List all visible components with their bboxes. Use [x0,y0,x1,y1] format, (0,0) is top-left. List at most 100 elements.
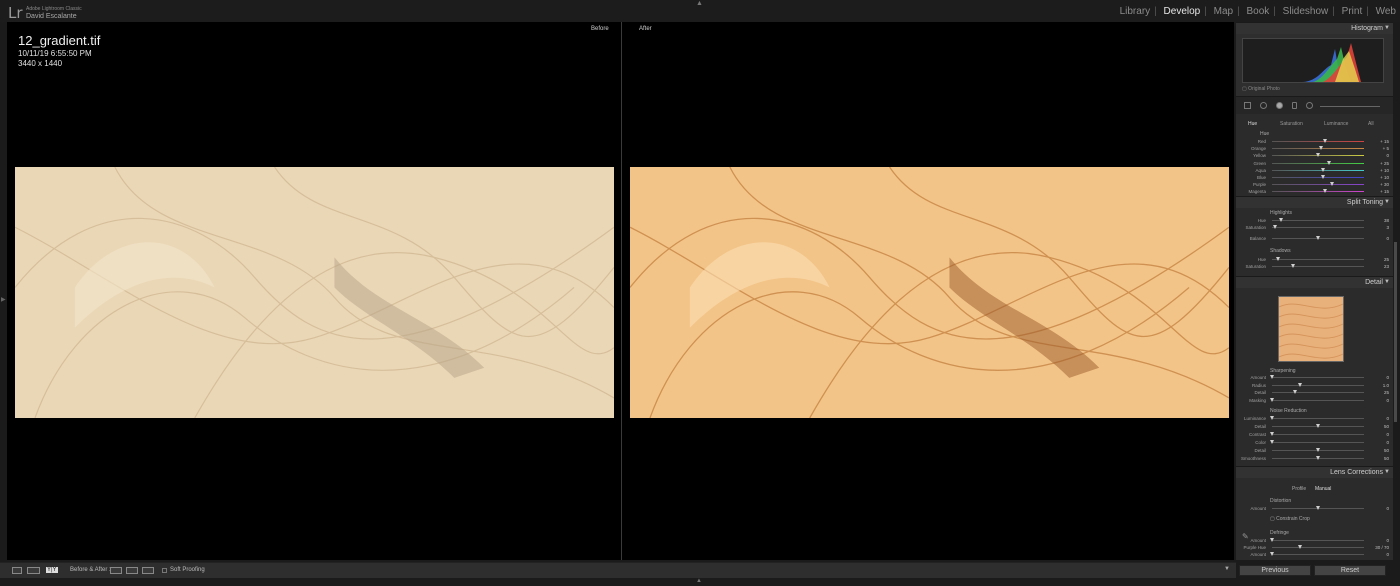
slider-value[interactable]: 0 [1386,537,1389,544]
slider-track[interactable] [1272,177,1364,178]
slider-row[interactable]: Purple Hue 30 / 70 [1236,544,1393,551]
slider-row[interactable]: Amount 0 [1236,551,1393,558]
slider-track[interactable] [1272,547,1364,548]
slider-knob[interactable] [1323,139,1328,143]
slider-value[interactable]: 50 [1384,447,1389,454]
slider-knob[interactable] [1272,225,1277,229]
tab-profile[interactable]: Profile [1292,486,1306,492]
swap-before-after-icon[interactable] [142,567,154,574]
slider-row[interactable]: Amount 0 [1236,505,1393,512]
slider-knob[interactable] [1320,175,1325,179]
tab-saturation[interactable]: Saturation [1280,121,1303,127]
slider-track[interactable] [1272,434,1364,435]
slider-knob[interactable] [1316,424,1320,428]
module-slideshow[interactable]: Slideshow [1279,6,1333,17]
right-panel-scrollbar[interactable] [1393,22,1400,560]
slider-knob[interactable] [1329,182,1334,187]
collapse-triangle-icon[interactable]: ▼ [1384,467,1390,478]
tab-manual[interactable]: Manual [1315,486,1331,492]
reset-button[interactable]: Reset [1314,565,1386,576]
slider-value[interactable]: 3 [1386,224,1389,231]
before-image[interactable] [15,167,614,418]
slider-row[interactable]: Saturation 3 [1236,224,1393,231]
slider-value[interactable]: 23 [1384,263,1389,270]
slider-row[interactable]: Detail 25 [1236,389,1393,396]
slider-value[interactable]: + 15 [1380,188,1389,195]
reference-view-icon[interactable] [27,567,40,574]
spot-removal-icon[interactable] [1260,102,1267,109]
toolbar-menu-dropdown-icon[interactable]: ▼ [1224,566,1230,572]
red-eye-icon[interactable] [1276,102,1283,109]
collapse-triangle-icon[interactable]: ▼ [1384,23,1390,34]
slider-value[interactable]: 38 [1384,217,1389,224]
slider-row[interactable]: Hue 38 [1236,217,1393,224]
slider-knob[interactable] [1279,218,1284,222]
slider-knob[interactable] [1270,552,1274,556]
slider-track[interactable] [1272,141,1364,142]
previous-button[interactable]: Previous [1239,565,1311,576]
brush-slider[interactable] [1320,106,1380,107]
module-print[interactable]: Print [1338,6,1367,17]
slider-row[interactable]: Balance 0 [1236,235,1393,242]
slider-track[interactable] [1272,227,1364,228]
slider-knob[interactable] [1297,382,1302,387]
original-photo-toggle[interactable]: ▢ Original Photo [1242,86,1280,92]
slider-track[interactable] [1272,442,1364,443]
slider-knob[interactable] [1323,189,1328,194]
slider-track[interactable] [1272,418,1364,419]
slider-track[interactable] [1272,191,1364,193]
slider-value[interactable]: 0 [1386,235,1389,242]
slider-value[interactable]: 25 [1384,389,1389,396]
expand-left-panel-icon[interactable]: ▶ [1,296,6,303]
tab-hue[interactable]: Hue [1248,121,1257,127]
slider-value[interactable]: 0 [1386,551,1389,558]
collapse-top-panel-icon[interactable]: ▲ [696,0,703,7]
slider-knob[interactable] [1270,432,1274,436]
slider-track[interactable] [1272,554,1364,555]
slider-row[interactable]: Detail 50 [1236,423,1393,430]
slider-row[interactable]: Detail 50 [1236,447,1393,454]
slider-row[interactable]: Red + 15 [1236,138,1393,145]
slider-track[interactable] [1272,377,1364,378]
collapse-triangle-icon[interactable]: ▼ [1384,277,1390,288]
radial-filter-icon[interactable] [1306,102,1313,109]
filmstrip-toggle[interactable]: ▲ [0,578,1400,586]
slider-value[interactable]: 0 [1386,397,1389,404]
slider-knob[interactable] [1320,167,1325,172]
collapse-triangle-icon[interactable]: ▼ [1384,197,1390,208]
copy-after-to-before-icon[interactable] [126,567,138,574]
slider-row[interactable]: Saturation 23 [1236,263,1393,270]
module-develop[interactable]: Develop [1160,6,1205,17]
slider-value[interactable]: + 5 [1383,145,1389,152]
slider-value[interactable]: 1.0 [1383,382,1389,389]
slider-value[interactable]: 0 [1386,439,1389,446]
slider-value[interactable]: 30 / 70 [1375,544,1389,551]
slider-knob[interactable] [1327,160,1332,165]
slider-value[interactable]: + 25 [1380,160,1389,167]
after-image[interactable] [630,167,1229,418]
slider-row[interactable]: Yellow 0 [1236,152,1393,159]
split-toning-header[interactable]: Split Toning ▼ [1236,196,1393,208]
detail-zoom-preview[interactable] [1278,296,1344,362]
slider-track[interactable] [1272,399,1364,401]
slider-track[interactable] [1272,220,1364,221]
slider-value[interactable]: 25 [1384,256,1389,263]
soft-proofing-checkbox[interactable] [162,568,167,573]
module-book[interactable]: Book [1242,6,1273,17]
slider-value[interactable]: 0 [1386,152,1389,159]
slider-value[interactable]: 0 [1386,431,1389,438]
slider-track[interactable] [1272,540,1364,541]
slider-value[interactable]: + 10 [1380,174,1389,181]
copy-before-to-after-icon[interactable] [110,567,122,574]
slider-knob[interactable] [1316,448,1320,452]
slider-value[interactable]: 0 [1386,374,1389,381]
tab-all[interactable]: All [1368,121,1374,127]
slider-row[interactable]: Magenta + 15 [1236,188,1393,195]
slider-value[interactable]: 0 [1386,505,1389,512]
slider-row[interactable]: Purple + 30 [1236,181,1393,188]
slider-track[interactable] [1272,384,1364,386]
slider-row[interactable]: Contrast 0 [1236,431,1393,438]
histogram-header[interactable]: Histogram ▼ [1236,22,1393,34]
slider-knob[interactable] [1291,264,1296,268]
slider-knob[interactable] [1316,456,1320,460]
